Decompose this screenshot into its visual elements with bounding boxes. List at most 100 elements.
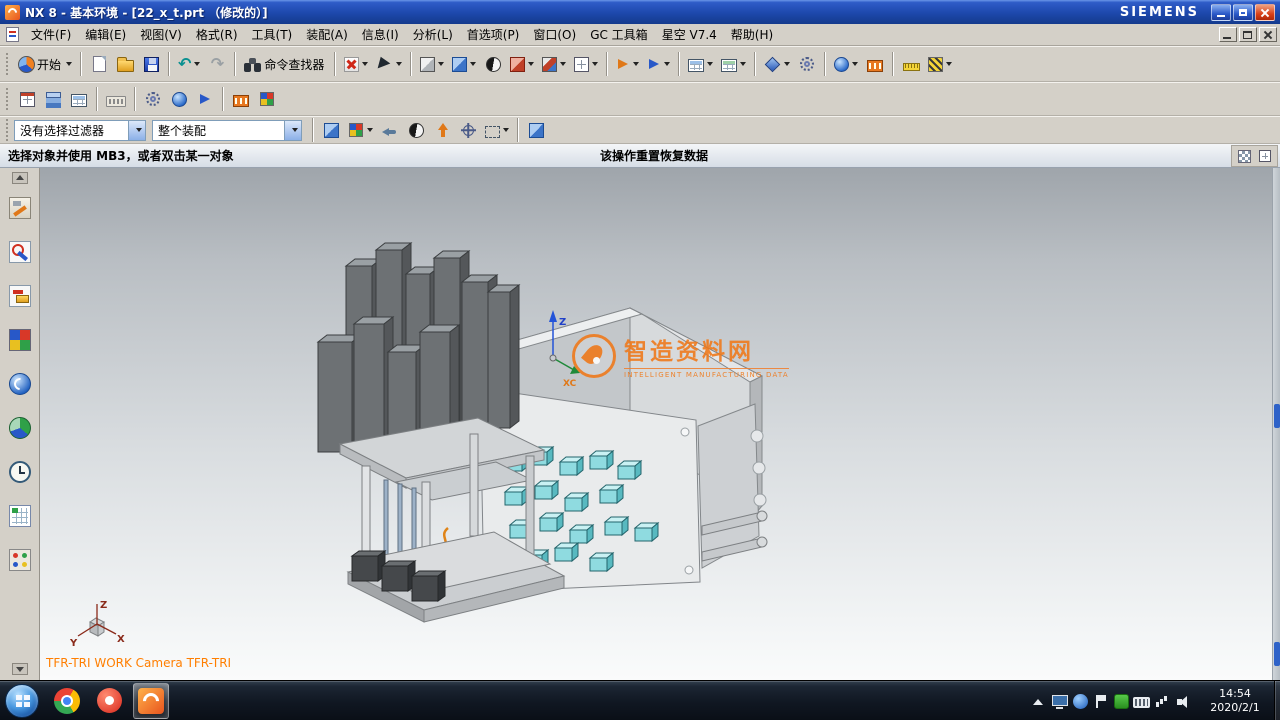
close-button[interactable] xyxy=(1255,4,1275,21)
new-file-button[interactable] xyxy=(86,50,112,78)
combo-dropdown-button[interactable] xyxy=(128,121,145,140)
assembly-sequence-button[interactable] xyxy=(140,85,166,113)
menu-edit[interactable]: 编辑(E) xyxy=(78,24,133,45)
menu-format[interactable]: 格式(R) xyxy=(189,24,245,45)
show-hidden-icons[interactable] xyxy=(1029,693,1047,710)
taskbar-nx-button[interactable] xyxy=(133,683,169,719)
analysis-button[interactable] xyxy=(794,50,820,78)
orient-view-button[interactable] xyxy=(448,50,480,78)
window-layout-button[interactable] xyxy=(570,50,602,78)
web-browser-tab[interactable] xyxy=(3,369,37,399)
presentation-button[interactable] xyxy=(228,85,254,113)
dock-checker-button[interactable] xyxy=(1234,146,1255,166)
taskbar-clock[interactable]: 14:54 2020/2/1 xyxy=(1200,681,1270,720)
ruler-button[interactable] xyxy=(898,50,924,78)
taskbar-app-button[interactable] xyxy=(91,683,127,719)
assembly-constraints-button[interactable] xyxy=(643,50,674,78)
menu-analysis[interactable]: 分析(L) xyxy=(406,24,460,45)
part-navigator-tab[interactable] xyxy=(3,281,37,311)
menu-help[interactable]: 帮助(H) xyxy=(724,24,780,45)
menu-view[interactable]: 视图(V) xyxy=(133,24,189,45)
resource-scroll-down[interactable] xyxy=(12,663,28,675)
layer-settings-button[interactable] xyxy=(40,85,66,113)
snap-point-button[interactable] xyxy=(455,116,481,144)
rendering-style-button[interactable] xyxy=(416,50,448,78)
display-tray-icon[interactable] xyxy=(1051,693,1069,710)
keyboard-tray-icon[interactable] xyxy=(1133,697,1150,708)
volume-tray-icon[interactable] xyxy=(1176,693,1194,710)
child-minimize-button[interactable] xyxy=(1219,27,1237,42)
history-palette-tab[interactable] xyxy=(3,457,37,487)
selection-scope-select[interactable]: 整个装配 xyxy=(152,120,302,141)
child-close-button[interactable] xyxy=(1259,27,1277,42)
crosshatch-button[interactable] xyxy=(924,50,956,78)
command-finder-button[interactable]: 命令查找器 xyxy=(240,50,330,78)
selection-info-button[interactable] xyxy=(372,50,406,78)
show-hide-button[interactable] xyxy=(340,50,372,78)
visible-window-button[interactable] xyxy=(14,85,40,113)
measure-button[interactable] xyxy=(760,50,794,78)
history-tab[interactable] xyxy=(3,413,37,443)
type-filter-button[interactable] xyxy=(344,116,377,144)
highlight-button[interactable] xyxy=(403,116,429,144)
sequence-arrow-button[interactable] xyxy=(192,85,218,113)
color-palette-button[interactable] xyxy=(254,85,280,113)
scrollbar-thumb[interactable] xyxy=(1274,404,1280,428)
minimize-button[interactable] xyxy=(1211,4,1231,21)
checker-icon xyxy=(1238,150,1251,163)
open-button[interactable] xyxy=(112,50,138,78)
constraint-navigator-tab[interactable] xyxy=(3,237,37,267)
system-materials-tab[interactable] xyxy=(3,545,37,575)
rectangle-select-button[interactable] xyxy=(481,116,513,144)
start-menu-button[interactable]: 开始 xyxy=(14,50,76,78)
front-view-cube-icon xyxy=(510,57,525,72)
animation-button[interactable] xyxy=(862,50,888,78)
rotate-view-button[interactable] xyxy=(480,50,506,78)
show-desktop-button[interactable] xyxy=(1274,681,1280,720)
taskbar-browser-button[interactable] xyxy=(49,683,85,719)
exploded-view-button[interactable] xyxy=(166,85,192,113)
top-selection-button[interactable] xyxy=(429,116,455,144)
toolbar-grip xyxy=(6,88,10,110)
section-view-button[interactable] xyxy=(538,50,570,78)
solid-body-filter-button[interactable] xyxy=(523,116,549,144)
status-message: 该操作重置恢复数据 xyxy=(600,147,708,164)
menu-xingkong[interactable]: 星空 V7.4 xyxy=(655,24,724,45)
shaded-cube-icon xyxy=(420,57,435,72)
menu-assemblies[interactable]: 装配(A) xyxy=(299,24,355,45)
network-tray-icon[interactable] xyxy=(1154,693,1172,710)
redo-button[interactable]: ↷ xyxy=(204,50,230,78)
assembly-navigator-tab[interactable] xyxy=(3,193,37,223)
front-view-button[interactable] xyxy=(506,50,538,78)
scrollbar-thumb[interactable] xyxy=(1274,642,1280,666)
menu-window[interactable]: 窗口(O) xyxy=(526,24,583,45)
process-studio-tab[interactable] xyxy=(3,501,37,531)
menu-information[interactable]: 信息(I) xyxy=(355,24,406,45)
dependencies-button[interactable] xyxy=(717,50,750,78)
child-restore-button[interactable] xyxy=(1239,27,1257,42)
input-device-button[interactable] xyxy=(102,85,130,113)
save-button[interactable] xyxy=(138,50,164,78)
action-center-icon[interactable] xyxy=(1092,693,1110,710)
start-button[interactable] xyxy=(5,684,39,718)
combo-dropdown-button[interactable] xyxy=(284,121,301,140)
selection-filter-select[interactable]: 没有选择过滤器 xyxy=(14,120,146,141)
graphics-window[interactable]: Z XC 智造资料网 INTELLIGENT MANUFACTURING DAT… xyxy=(40,168,1280,680)
ime-tray-icon[interactable] xyxy=(1114,694,1129,709)
part-table-button[interactable] xyxy=(684,50,717,78)
snapshot-button[interactable] xyxy=(318,116,344,144)
security-tray-icon[interactable] xyxy=(1073,694,1088,709)
view-manager-button[interactable] xyxy=(830,50,862,78)
menu-preferences[interactable]: 首选项(P) xyxy=(460,24,527,45)
menu-tools[interactable]: 工具(T) xyxy=(245,24,300,45)
move-component-button[interactable] xyxy=(612,50,643,78)
dock-window-button[interactable] xyxy=(1255,146,1275,166)
reuse-library-tab[interactable] xyxy=(3,325,37,355)
resource-scroll-up[interactable] xyxy=(12,172,28,184)
maximize-button[interactable] xyxy=(1233,4,1253,21)
reset-filter-button[interactable] xyxy=(377,116,403,144)
menu-file[interactable]: 文件(F) xyxy=(24,24,78,45)
menu-gc-toolbox[interactable]: GC 工具箱 xyxy=(583,24,655,45)
undo-button[interactable]: ↶ xyxy=(174,50,204,78)
view-in-layer-button[interactable] xyxy=(66,85,92,113)
